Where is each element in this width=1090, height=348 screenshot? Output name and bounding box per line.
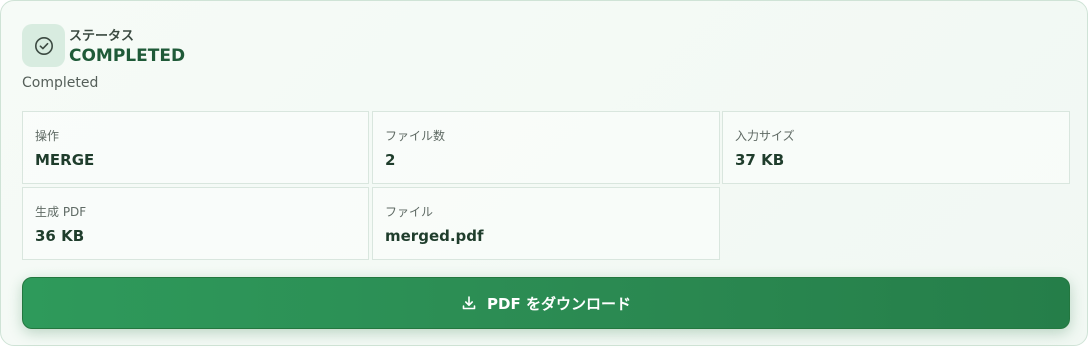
download-button-label: PDF をダウンロード [487,294,631,313]
check-circle-icon [34,36,54,56]
detail-value: merged.pdf [385,227,484,245]
detail-value: 37 KB [735,151,785,169]
detail-value: 2 [385,151,396,169]
detail-label: ファイル数 [385,129,446,143]
detail-label: 生成 PDF [35,205,87,219]
detail-value: MERGE [35,151,95,169]
detail-cell-input-size: 入力サイズ 37 KB [722,111,1070,184]
status-value: COMPLETED [69,46,186,66]
detail-cell-operation: 操作 MERGE [22,111,369,184]
detail-cell-file: ファイル merged.pdf [372,187,720,260]
status-icon-container [22,24,65,67]
status-subtext: Completed [22,75,99,91]
detail-label: 操作 [35,129,60,143]
detail-label: 入力サイズ [735,129,795,143]
detail-label: ファイル [385,205,434,219]
status-label: ステータス [69,29,135,44]
detail-value: 36 KB [35,227,85,245]
detail-cell-file-count: ファイル数 2 [372,111,720,184]
download-icon [461,295,477,311]
detail-cell-output-pdf: 生成 PDF 36 KB [22,187,369,260]
result-card: ステータス COMPLETED Completed 操作 MERGE ファイル数… [0,0,1088,346]
download-pdf-button[interactable]: PDF をダウンロード [22,277,1070,329]
